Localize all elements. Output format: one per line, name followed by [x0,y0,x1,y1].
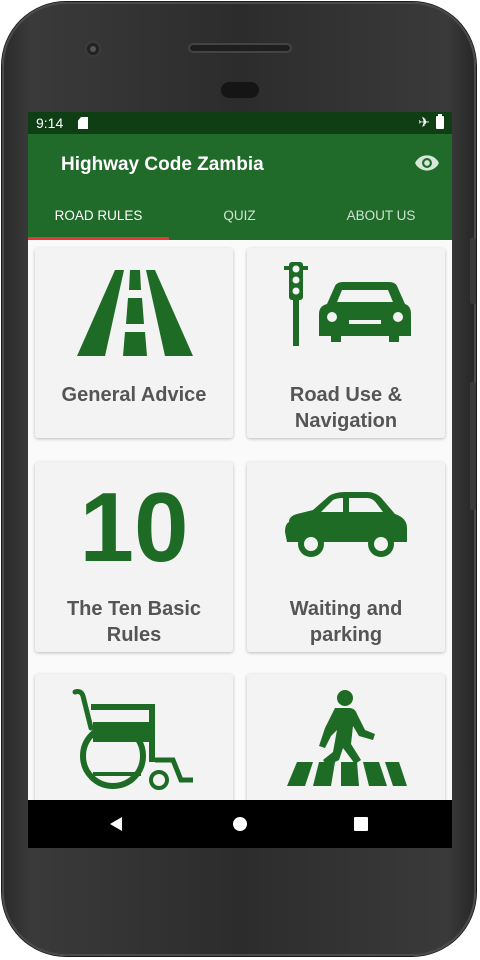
card-ten-basic-rules[interactable]: 10 The Ten Basic Rules [35,462,233,652]
card-road-use-navigation[interactable]: Road Use & Navigation [247,248,445,438]
card-wheelchair[interactable] [35,674,233,800]
car-icon [285,492,407,557]
system-nav-bar [28,800,452,848]
card-label: Waiting and parking [289,598,403,646]
battery-icon [436,114,444,129]
eye-icon[interactable] [414,153,440,173]
front-camera [84,40,102,58]
pedestrian-crossing-icon [287,690,407,786]
back-icon[interactable] [110,817,122,831]
earpiece-speaker [188,43,292,53]
tab-about-us[interactable]: ABOUT US [310,192,452,240]
status-bar: 9:14 ✈ [28,112,452,134]
road-icon [77,270,193,356]
proximity-sensor [221,82,259,98]
phone-frame: 9:14 ✈ Highway Code Zambia ROAD RULES QU… [2,2,476,956]
card-waiting-parking[interactable]: Waiting and parking [247,462,445,652]
card-label: General Advice [61,384,207,406]
card-general-advice[interactable]: General Advice [35,248,233,438]
card-label: Road Use & Navigation [289,384,403,432]
card-pedestrian-crossing[interactable] [247,674,445,800]
status-time: 9:14 [36,115,64,131]
tab-road-rules[interactable]: ROAD RULES [28,192,169,240]
tab-bar: ROAD RULES QUIZ ABOUT US [28,192,452,240]
card-grid: General Advice Road Use & Navigation 10 … [28,240,452,800]
airplane-mode-icon: ✈ [418,114,430,130]
home-icon[interactable] [233,817,247,831]
wheelchair-icon [72,689,193,790]
sim-card-icon [78,117,88,129]
app-bar: Highway Code Zambia [28,134,452,192]
app-title: Highway Code Zambia [61,154,264,175]
tab-quiz[interactable]: QUIZ [169,192,310,240]
power-button [470,382,476,510]
traffic-light-car-icon [284,262,411,346]
recent-apps-icon[interactable] [354,817,368,831]
screen: 9:14 ✈ Highway Code Zambia ROAD RULES QU… [28,112,452,848]
card-label: The Ten Basic Rules [66,598,202,646]
volume-button [470,238,476,304]
number-10-icon: 10 [79,472,189,582]
